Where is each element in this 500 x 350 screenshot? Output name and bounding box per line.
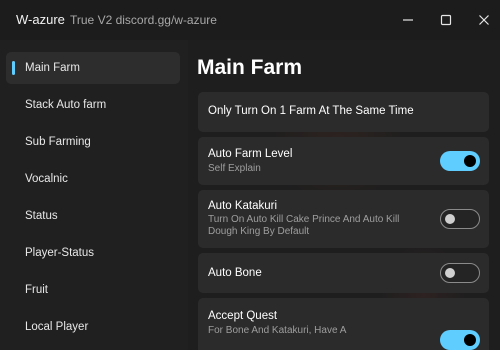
- notice-card: Only Turn On 1 Farm At The Same Time: [198, 92, 489, 132]
- option-title: Accept Quest: [208, 310, 278, 322]
- title-bar[interactable]: W-azure True V2 discord.gg/w-azure: [0, 0, 500, 40]
- auto-bone-toggle[interactable]: [440, 263, 480, 283]
- option-title: Auto Bone: [208, 267, 262, 279]
- toggle-knob: [464, 334, 476, 346]
- minimize-button[interactable]: [391, 4, 425, 36]
- sidebar-item-label: Fruit: [25, 284, 48, 296]
- sidebar-item-fruit[interactable]: Fruit: [6, 274, 180, 306]
- sidebar-item-status[interactable]: Status: [6, 200, 180, 232]
- maximize-button[interactable]: [429, 4, 463, 36]
- option-description: For Bone And Katakuri, Have A: [208, 325, 347, 336]
- sidebar-item-label: Stack Auto farm: [25, 99, 107, 111]
- option-card-accept-quest: Accept Quest For Bone And Katakuri, Have…: [198, 298, 489, 350]
- minimize-icon: [403, 19, 413, 21]
- option-description: Self Explain: [208, 163, 261, 174]
- option-description: Turn On Auto Kill Cake Prince And Auto K…: [208, 214, 400, 237]
- option-title: Auto Farm Level: [208, 148, 293, 160]
- notice-text: Only Turn On 1 Farm At The Same Time: [208, 105, 414, 117]
- page-title: Main Farm: [197, 56, 303, 79]
- sidebar-item-main-farm[interactable]: Main Farm: [6, 52, 180, 84]
- sidebar-item-sub-farming[interactable]: Sub Farming: [6, 126, 180, 158]
- auto-farm-level-toggle[interactable]: [440, 151, 480, 171]
- app-subtitle: True V2 discord.gg/w-azure: [70, 13, 217, 27]
- close-icon: [479, 15, 489, 25]
- active-indicator: [12, 61, 15, 75]
- auto-katakuri-toggle[interactable]: [440, 209, 480, 229]
- sidebar-item-label: Sub Farming: [25, 136, 91, 148]
- app-title: W-azure: [16, 12, 65, 27]
- option-card-auto-farm-level: Auto Farm Level Self Explain: [198, 137, 489, 185]
- maximize-icon: [440, 14, 452, 26]
- sidebar-item-label: Player-Status: [25, 247, 95, 259]
- sidebar-item-label: Vocalnic: [25, 173, 68, 185]
- accept-quest-toggle[interactable]: [440, 330, 480, 350]
- sidebar-item-label: Local Player: [25, 321, 89, 333]
- toggle-knob: [445, 268, 455, 278]
- sidebar-item-vocalnic[interactable]: Vocalnic: [6, 163, 180, 195]
- option-card-auto-bone: Auto Bone: [198, 253, 489, 293]
- toggle-knob: [464, 155, 476, 167]
- sidebar: Main Farm Stack Auto farm Sub Farming Vo…: [0, 40, 188, 350]
- sidebar-item-local-player[interactable]: Local Player: [6, 311, 180, 343]
- app-window: W-azure True V2 discord.gg/w-azure Main …: [0, 0, 500, 350]
- option-title: Auto Katakuri: [208, 200, 278, 212]
- sidebar-item-label: Main Farm: [25, 62, 80, 74]
- close-button[interactable]: [467, 4, 500, 36]
- sidebar-item-stack-auto-farm[interactable]: Stack Auto farm: [6, 89, 180, 121]
- main-panel: Main Farm Only Turn On 1 Farm At The Sam…: [188, 40, 500, 350]
- sidebar-item-label: Status: [25, 210, 58, 222]
- sidebar-item-player-status[interactable]: Player-Status: [6, 237, 180, 269]
- toggle-knob: [445, 214, 455, 224]
- option-card-auto-katakuri: Auto Katakuri Turn On Auto Kill Cake Pri…: [198, 190, 489, 248]
